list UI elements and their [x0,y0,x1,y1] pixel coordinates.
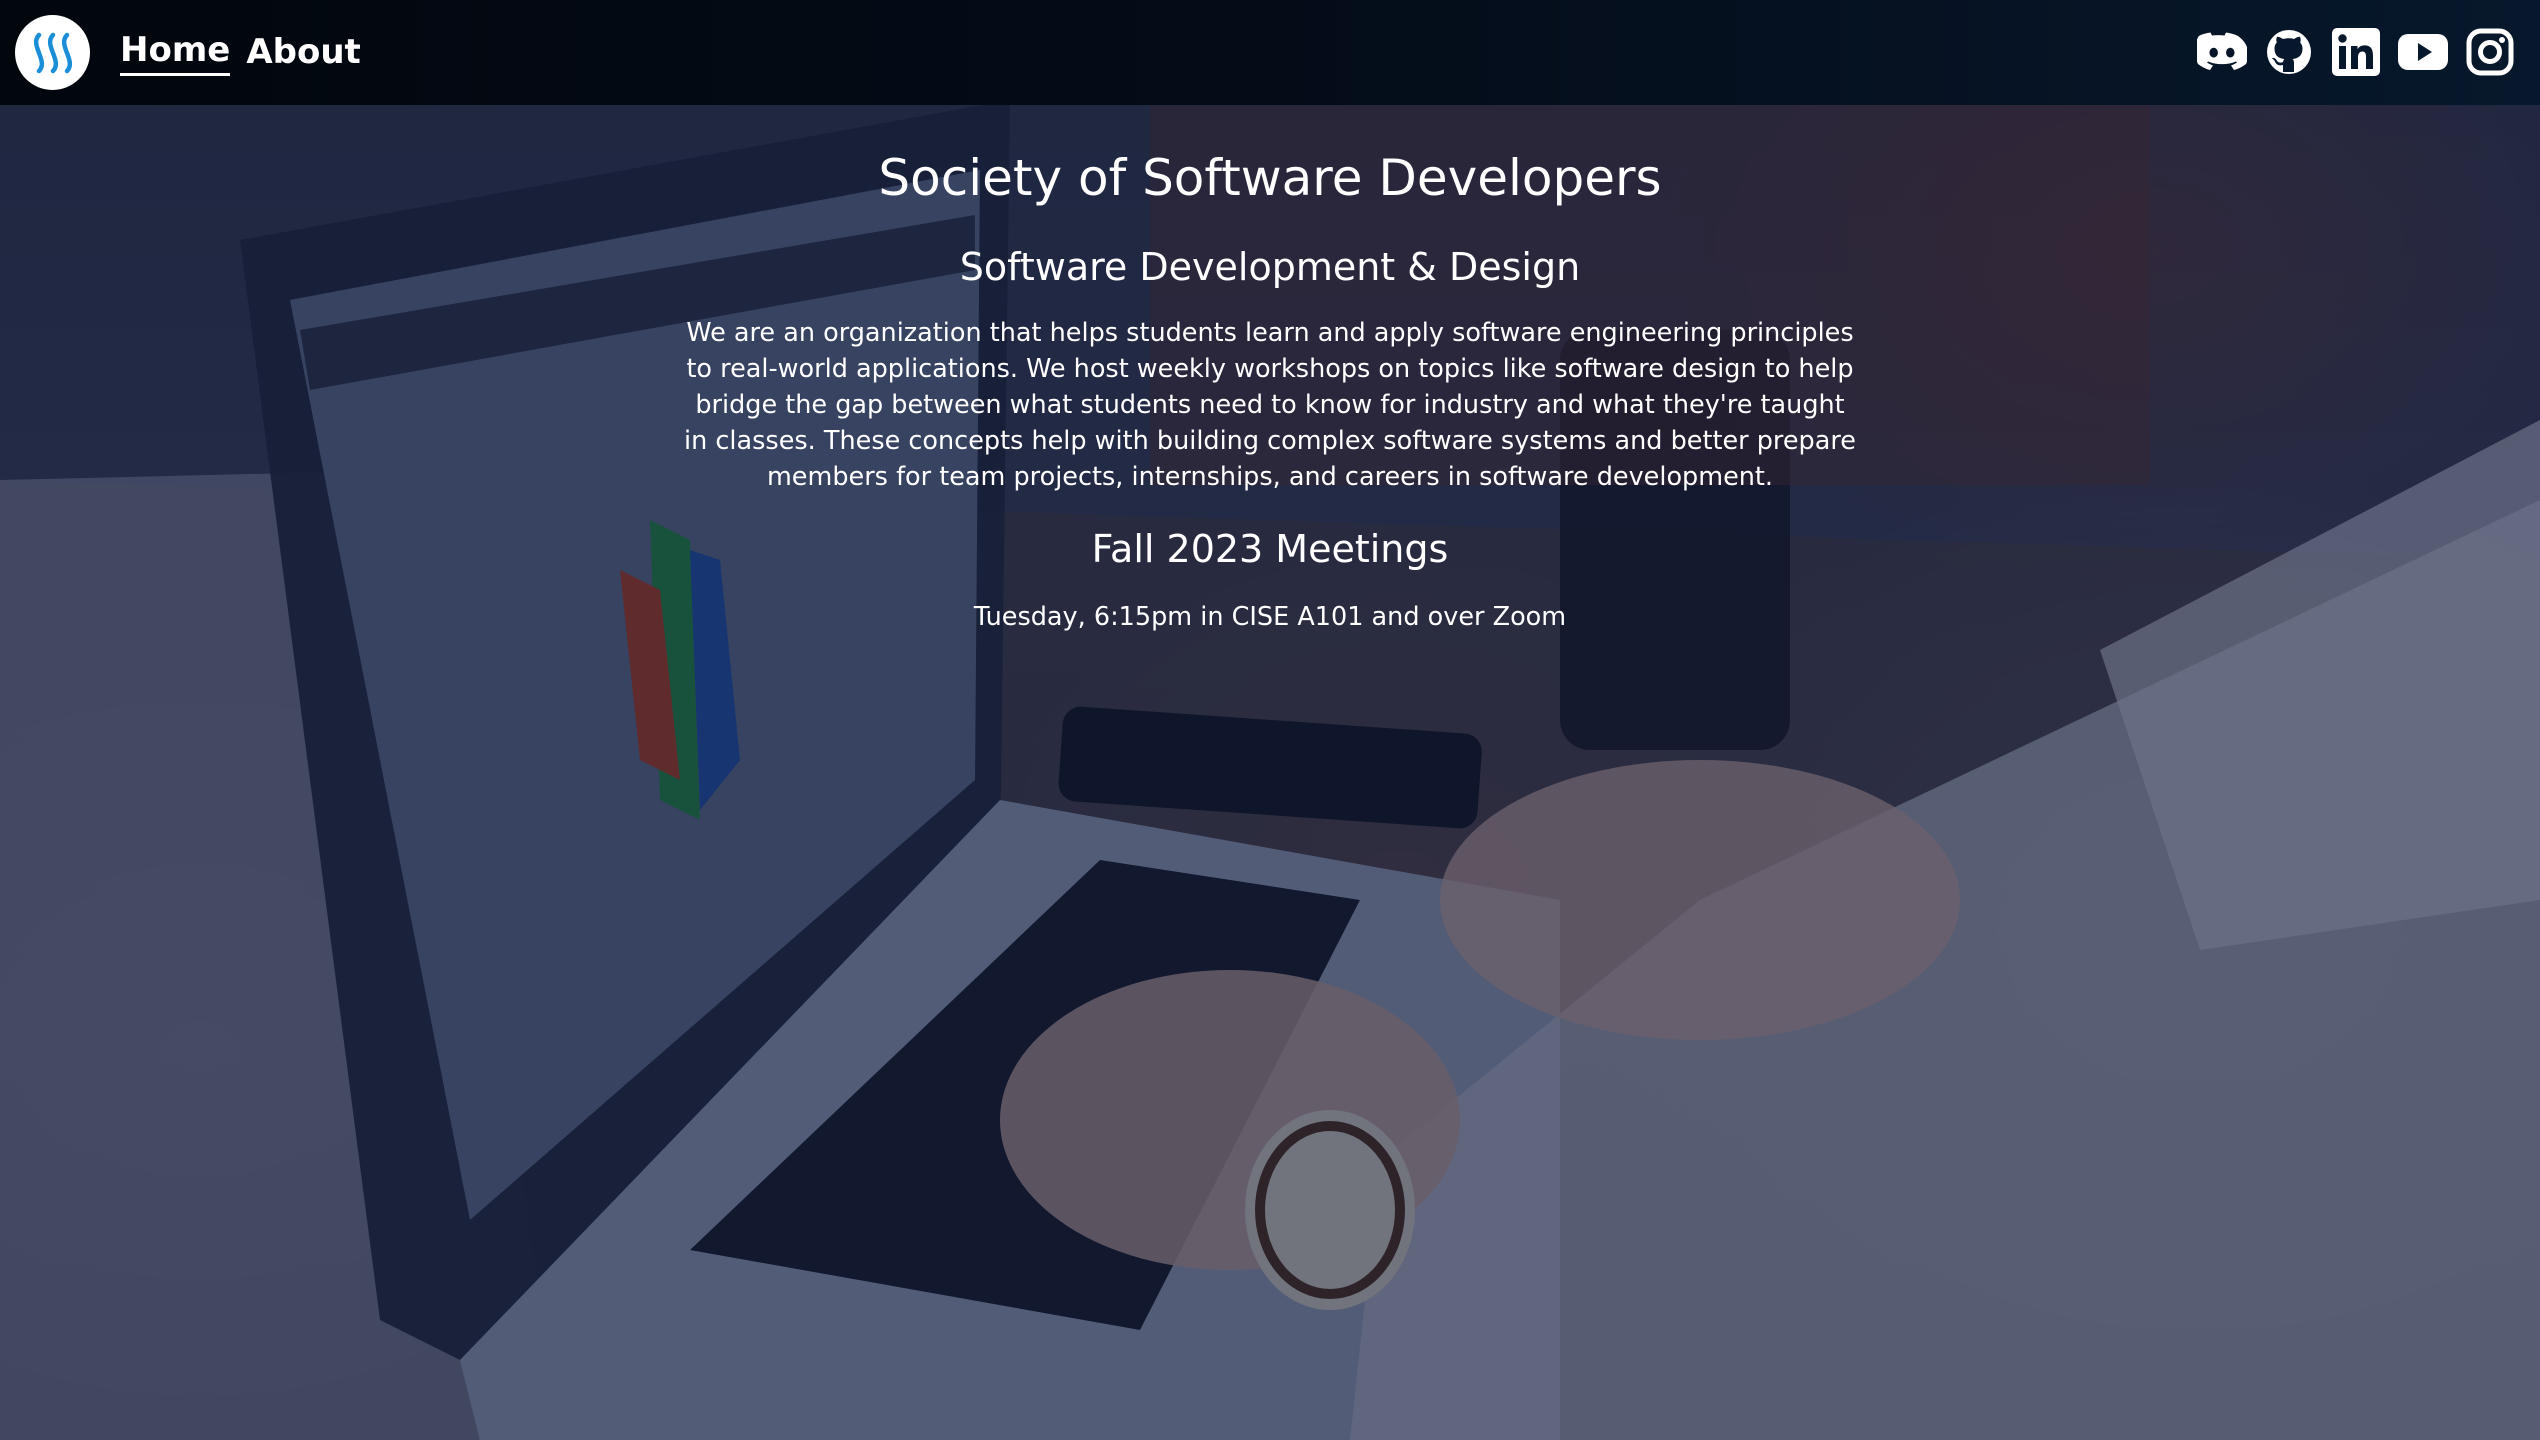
hero-content: Society of Software Developers Software … [670,145,1870,635]
sosd-logo-icon[interactable] [15,15,90,90]
youtube-icon[interactable] [2398,27,2448,77]
discord-icon[interactable] [2197,27,2247,77]
page: Home About Society of Software Developer… [0,0,2540,1440]
linkedin-icon[interactable] [2331,27,2381,77]
nav-link-home[interactable]: Home [120,28,231,76]
hero-description: We are an organization that helps studen… [684,318,1856,492]
logo-wave-graphic [33,32,72,73]
nav-link-about[interactable]: About [246,28,360,76]
navbar: Home About [0,0,2540,105]
meetings-schedule: Tuesday, 6:15pm in CISE A101 and over Zo… [973,602,1567,632]
page-title: Society of Software Developers [878,149,1662,207]
instagram-icon[interactable] [2465,27,2515,77]
hero-subtitle: Software Development & Design [959,245,1581,289]
nav-links: Home About [120,28,361,76]
social-links [2197,27,2515,77]
github-icon[interactable] [2264,27,2314,77]
meetings-heading: Fall 2023 Meetings [1091,527,1449,571]
